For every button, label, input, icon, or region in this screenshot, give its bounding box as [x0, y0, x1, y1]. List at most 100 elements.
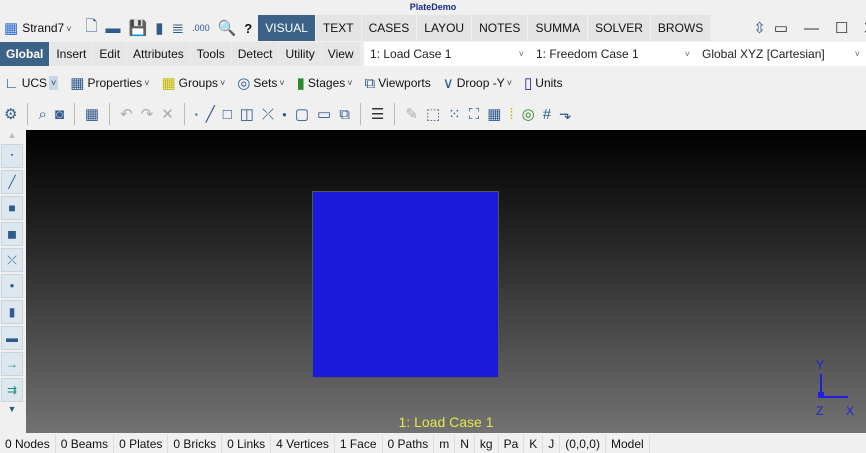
fit-view-icon[interactable]: ⇳: [753, 19, 766, 37]
brick-icon[interactable]: ◫: [240, 105, 254, 123]
cylinder-icon[interactable]: ▢: [295, 105, 309, 123]
menu-utility[interactable]: Utility: [279, 42, 321, 66]
tab-browse[interactable]: BROWS: [650, 15, 711, 41]
select-grid-icon[interactable]: ▦: [85, 105, 99, 123]
chevron-down-icon: ˅: [144, 78, 150, 88]
binoculars-icon[interactable]: ⌕: [38, 106, 46, 123]
create-vertex-icon[interactable]: ●: [1, 274, 23, 298]
create-path-icon[interactable]: ▬: [1, 326, 23, 350]
scroll-up-icon[interactable]: ▲: [0, 130, 24, 142]
create-link-icon[interactable]: ⤫: [1, 248, 23, 272]
groups-icon: ▦: [161, 75, 176, 92]
freedom-case-dropdown[interactable]: 1: Freedom Case 1 ˅: [530, 42, 696, 66]
tab-text[interactable]: TEXT: [315, 15, 361, 41]
hierarchy-icon[interactable]: ⁞: [509, 106, 513, 123]
connect-icon[interactable]: ⬎: [559, 105, 572, 123]
minimize-icon[interactable]: —: [804, 20, 819, 37]
menu-view[interactable]: View: [321, 42, 360, 66]
open-folder-icon[interactable]: ▬: [106, 20, 121, 37]
status-item: 0 Links: [222, 435, 272, 453]
tab-cases[interactable]: CASES: [361, 15, 417, 41]
camera-icon[interactable]: ◙: [55, 106, 64, 123]
toolbar-main: ∟ UCS ˅ ▦ Properties ˅ ▦ Groups ˅ ◎ Sets ˅ ▮ Stag…: [0, 68, 866, 98]
results-icon[interactable]: ▮: [155, 19, 163, 37]
restore-window-icon[interactable]: ▭: [774, 19, 788, 37]
scroll-down-icon[interactable]: ▼: [0, 404, 24, 414]
tab-visual[interactable]: VISUAL: [258, 15, 315, 41]
status-item: 4 Vertices: [271, 435, 335, 453]
menu-global[interactable]: Global: [0, 42, 50, 66]
menu-insert[interactable]: Insert: [50, 42, 93, 66]
create-cylinder-icon[interactable]: ▮: [1, 300, 23, 324]
tab-solver[interactable]: SOLVER: [588, 15, 650, 41]
select-rect-icon[interactable]: ⬚: [426, 105, 440, 123]
droop-button[interactable]: ∨ Droop -Y ˅: [439, 74, 512, 92]
plate-element[interactable]: [312, 191, 499, 378]
status-bar: 0 Nodes 0 Beams 0 Plates 0 Bricks 0 Links 4 V…: [0, 435, 866, 453]
move-icon[interactable]: →: [1, 352, 23, 376]
help-icon[interactable]: ?: [244, 21, 252, 36]
sets-button[interactable]: ◎ Sets ˅: [233, 74, 284, 92]
pencil-icon[interactable]: ✎: [405, 105, 418, 123]
app-menu-label: Strand7: [22, 21, 65, 35]
menu-tools[interactable]: Tools: [190, 42, 231, 66]
ucs-dropdown[interactable]: Global XYZ [Cartesian] ˅: [696, 42, 866, 66]
copy-icon[interactable]: ⧉: [339, 106, 350, 123]
expand-icon[interactable]: ⛶: [469, 106, 480, 123]
ribbon-tab-row: ▦ Strand7 ˅ 🗋 ▬ 💾 ▮ ≣ .000 🔍 ? VISUAL TEX…: [0, 14, 866, 42]
menu-lines-icon[interactable]: ☰: [371, 105, 384, 123]
stages-button[interactable]: ▮ Stages ˅: [293, 74, 353, 92]
load-case-dropdown[interactable]: 1: Load Case 1 ˅: [364, 42, 530, 66]
viewports-icon: ⧉: [364, 74, 376, 92]
menu-edit[interactable]: Edit: [93, 42, 127, 66]
separator: [394, 103, 396, 125]
redo-icon[interactable]: ↷: [141, 105, 154, 123]
notes-icon[interactable]: ≣: [172, 19, 185, 37]
path-icon[interactable]: ▭: [317, 105, 331, 123]
new-file-icon[interactable]: 🗋: [85, 16, 97, 41]
ucs-button[interactable]: ∟ UCS ˅: [0, 75, 59, 92]
properties-button[interactable]: ▦ Properties ˅: [66, 74, 149, 92]
preview-icon[interactable]: 🔍: [218, 19, 237, 37]
viewport[interactable]: 1: Load Case 1 Y Z X: [26, 130, 866, 433]
vertex-icon[interactable]: ●: [282, 110, 287, 119]
freedom-case-value: 1: Freedom Case 1: [536, 47, 639, 61]
separator: [73, 103, 75, 125]
tab-notes[interactable]: NOTES: [472, 15, 528, 41]
node-icon[interactable]: ▪: [195, 110, 198, 119]
separator: [109, 103, 111, 125]
viewports-button[interactable]: ⧉ Viewports: [361, 75, 431, 92]
status-item: m: [434, 435, 456, 453]
chevron-down-icon: ˅: [49, 76, 59, 90]
beam-icon[interactable]: ╱: [206, 105, 215, 123]
sets-label: Sets: [253, 76, 278, 90]
undo-icon[interactable]: ↶: [120, 105, 133, 123]
close-icon[interactable]: ✕: [862, 18, 866, 39]
delete-icon[interactable]: ✕: [161, 105, 174, 123]
create-node-icon[interactable]: ▪: [1, 144, 23, 168]
plate-icon[interactable]: □: [223, 106, 232, 123]
precision-icon[interactable]: .000: [192, 23, 210, 33]
select-nodes-icon[interactable]: ⁙: [448, 105, 461, 123]
extrude-icon[interactable]: ⇉: [1, 378, 23, 402]
left-palette: ▲ ▪ ╱ ■ ◼ ⤫ ● ▮ ▬ → ⇉ ▼: [0, 130, 24, 433]
window-title: PlateDemo: [409, 2, 457, 12]
units-button[interactable]: ▯ Units: [520, 74, 563, 92]
menu-detect[interactable]: Detect: [231, 42, 279, 66]
link-icon[interactable]: ⤫: [262, 106, 274, 123]
create-plate-icon[interactable]: ■: [1, 196, 23, 220]
maximize-icon[interactable]: ☐: [835, 19, 848, 37]
create-beam-icon[interactable]: ╱: [1, 170, 23, 194]
overlap-icon[interactable]: ◎: [522, 105, 535, 123]
droop-icon: ∨: [442, 75, 454, 92]
menu-attributes[interactable]: Attributes: [127, 42, 190, 66]
create-brick-icon[interactable]: ◼: [1, 222, 23, 246]
gear-icon[interactable]: ⚙: [4, 105, 17, 123]
app-menu[interactable]: Strand7 ˅: [22, 21, 71, 35]
save-icon[interactable]: 💾: [129, 19, 148, 37]
hash-icon[interactable]: #: [543, 106, 551, 123]
grid-icon[interactable]: ▦: [487, 105, 501, 123]
groups-button[interactable]: ▦ Groups ˅: [157, 74, 225, 92]
tab-layout[interactable]: LAYOU: [417, 15, 472, 41]
tab-summary[interactable]: SUMMA: [528, 15, 588, 41]
